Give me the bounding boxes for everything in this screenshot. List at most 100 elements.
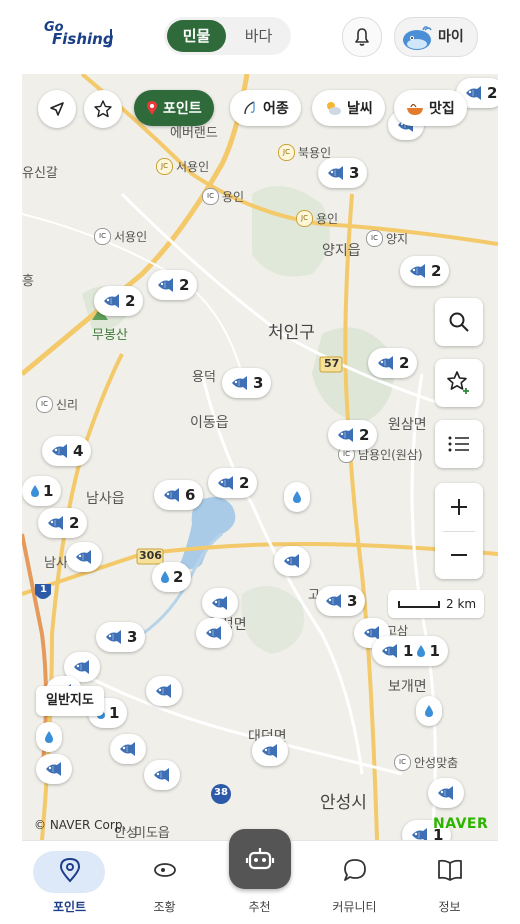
place-label: 처인구 (268, 323, 315, 343)
my-location-button[interactable] (38, 90, 76, 128)
fish-point-marker[interactable] (202, 588, 238, 618)
freshwater-option[interactable]: 민물 (167, 20, 226, 52)
water-point-marker[interactable] (36, 722, 62, 752)
pin-icon (147, 101, 157, 115)
fish-type-filter-chip[interactable]: 어종 (230, 90, 301, 126)
water-point-marker[interactable]: 1 (22, 476, 62, 506)
search-button[interactable] (435, 298, 483, 346)
search-icon (449, 312, 469, 332)
fish-point-marker[interactable]: 3 (222, 368, 272, 398)
plus-icon (451, 499, 467, 515)
water-point-marker[interactable] (284, 482, 310, 512)
fish-point-marker[interactable]: 2 (94, 286, 144, 316)
eye-icon (154, 863, 176, 877)
marker-count: 2 (359, 426, 370, 444)
restaurant-filter-chip[interactable]: 맛집 (394, 90, 467, 126)
zoom-out-button[interactable] (435, 531, 483, 579)
tab-recommend-label: 추천 (248, 900, 271, 914)
tab-info[interactable]: 정보 (402, 841, 497, 924)
fish-point-marker[interactable]: 4 (42, 436, 92, 466)
add-favorite-button[interactable] (435, 359, 483, 407)
water-point-marker[interactable]: 2 (152, 562, 192, 592)
zoom-in-button[interactable] (435, 483, 483, 531)
fish-point-marker[interactable]: 3 (318, 158, 368, 188)
place-label: 남사 (44, 556, 68, 571)
fish-point-marker[interactable] (196, 618, 232, 648)
fishing-map[interactable]: 57 306 1 38 처인구 양지읍 이동읍 남사읍 원삼면 안성시 보개면 … (22, 74, 498, 840)
road-57-label: 57 (324, 357, 340, 370)
place-label: 안성시 (320, 793, 367, 813)
junction-label: JC 용인 (296, 210, 338, 227)
interchange-label: IC 안성맞춤 (394, 754, 458, 771)
tab-catch-report[interactable]: 조황 (117, 841, 212, 924)
fish-point-marker[interactable] (36, 754, 72, 784)
marker-count: 1 (429, 642, 440, 660)
marker-count: 3 (349, 164, 360, 182)
fish-point-marker[interactable] (428, 778, 464, 808)
marker-count: 1 (43, 482, 54, 500)
fish-point-marker[interactable]: 2 (38, 508, 88, 538)
hook-icon (105, 29, 112, 48)
road-306-label: 306 (139, 549, 162, 562)
fish-point-marker[interactable] (252, 736, 288, 766)
notification-button[interactable] (342, 17, 382, 57)
marker-count: 3 (347, 592, 358, 610)
scale-label: 2 km (446, 597, 477, 611)
marker-count: 2 (239, 474, 250, 492)
sea-option[interactable]: 바다 (229, 20, 288, 52)
fish-point-marker[interactable] (274, 546, 310, 576)
tab-community-label: 커뮤니티 (332, 900, 377, 914)
fish-point-marker[interactable]: 2 (208, 468, 258, 498)
fish-point-marker[interactable]: 2 (328, 420, 378, 450)
fish-point-marker[interactable]: 11 (372, 636, 448, 666)
point-filter-label: 포인트 (163, 101, 202, 117)
fish-point-marker[interactable] (146, 676, 182, 706)
naver-logo: NAVER (433, 816, 489, 832)
junction-label: JC 서용인 (156, 158, 209, 175)
app-frame: Go Fishing 민물 바다 마이 57 306 1 38 처인구 양지읍 … (22, 0, 498, 924)
gofishing-logo[interactable]: Go Fishing (42, 20, 118, 50)
marker-count: 4 (73, 442, 84, 460)
fish-point-marker[interactable] (66, 542, 102, 572)
tab-info-label: 정보 (438, 900, 461, 914)
fish-point-marker[interactable]: 2 (368, 348, 418, 378)
tab-community[interactable]: 커뮤니티 (307, 841, 402, 924)
marker-count: 2 (69, 514, 80, 532)
interchange-label: IC 신리 (36, 396, 78, 413)
fish-point-marker[interactable]: 2 (400, 256, 450, 286)
fish-point-marker[interactable]: 2 (148, 270, 198, 300)
marker-count: 3 (253, 374, 264, 392)
star-plus-icon (447, 371, 469, 394)
marker-count: 2 (125, 292, 136, 310)
fish-point-marker[interactable] (144, 760, 180, 790)
map-scale: 2 km (388, 590, 484, 618)
weather-filter-chip[interactable]: 날씨 (312, 90, 385, 126)
marker-count: 1 (403, 642, 414, 660)
top-header: Go Fishing 민물 바다 마이 (22, 0, 498, 75)
junction-label: JC 북용인 (278, 144, 331, 161)
map-type-button[interactable]: 일반지도 (36, 686, 104, 716)
fish-point-marker[interactable] (110, 734, 146, 764)
tab-point[interactable]: 포인트 (22, 841, 117, 924)
point-filter-chip[interactable]: 포인트 (134, 90, 214, 126)
road-1-label: 1 (40, 584, 47, 595)
my-page-button[interactable]: 마이 (394, 17, 478, 57)
place-label: 원삼면 (388, 417, 427, 433)
location-arrow-icon (50, 102, 64, 116)
naver-copyright: © NAVER Corp. (34, 818, 127, 832)
place-label: 남사읍 (86, 491, 125, 507)
fish-point-marker[interactable]: 3 (96, 622, 146, 652)
favorites-filter-button[interactable] (84, 90, 122, 128)
bell-icon (355, 28, 369, 46)
restaurant-filter-label: 맛집 (429, 101, 455, 117)
water-type-toggle[interactable]: 민물 바다 (164, 17, 291, 55)
marker-count: 2 (173, 568, 184, 586)
list-view-button[interactable] (435, 420, 483, 468)
ai-recommend-button[interactable] (229, 829, 291, 889)
fish-point-marker[interactable]: 3 (316, 586, 366, 616)
fish-point-marker[interactable]: 6 (154, 480, 204, 510)
marker-count: 6 (185, 486, 196, 504)
my-label: 마이 (438, 29, 464, 45)
water-point-marker[interactable] (416, 696, 442, 726)
marker-count: 2 (431, 262, 442, 280)
